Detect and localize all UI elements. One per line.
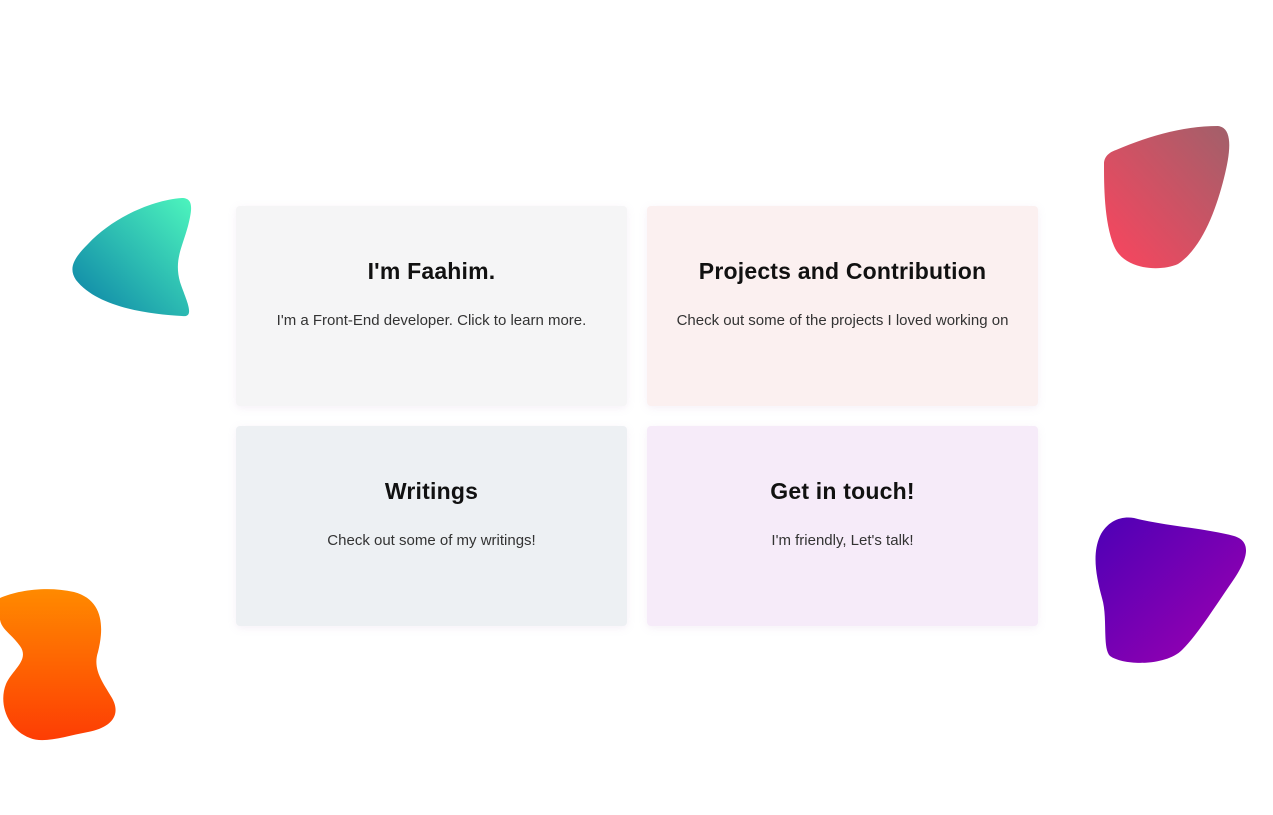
purple-blob-decoration (1095, 517, 1247, 663)
about-card-description: I'm a Front-End developer. Click to lear… (276, 312, 587, 329)
projects-card[interactable]: Projects and Contribution Check out some… (647, 206, 1038, 406)
projects-card-description: Check out some of the projects I loved w… (676, 312, 1009, 329)
projects-card-title: Projects and Contribution (698, 258, 987, 284)
page: I'm Faahim. I'm a Front-End developer. C… (0, 0, 1273, 815)
about-card[interactable]: I'm Faahim. I'm a Front-End developer. C… (236, 206, 627, 406)
writings-card-title: Writings (384, 478, 479, 504)
about-card-title: I'm Faahim. (367, 258, 496, 284)
contact-card-description: I'm friendly, Let's talk! (771, 532, 914, 549)
contact-card-title: Get in touch! (770, 478, 915, 504)
contact-card[interactable]: Get in touch! I'm friendly, Let's talk! (647, 426, 1038, 626)
card-grid: I'm Faahim. I'm a Front-End developer. C… (236, 206, 1038, 626)
writings-card[interactable]: Writings Check out some of my writings! (236, 426, 627, 626)
red-blob-decoration (1104, 126, 1230, 269)
writings-card-description: Check out some of my writings! (327, 532, 536, 549)
orange-blob-decoration (0, 589, 116, 741)
teal-blob-decoration (72, 198, 192, 317)
